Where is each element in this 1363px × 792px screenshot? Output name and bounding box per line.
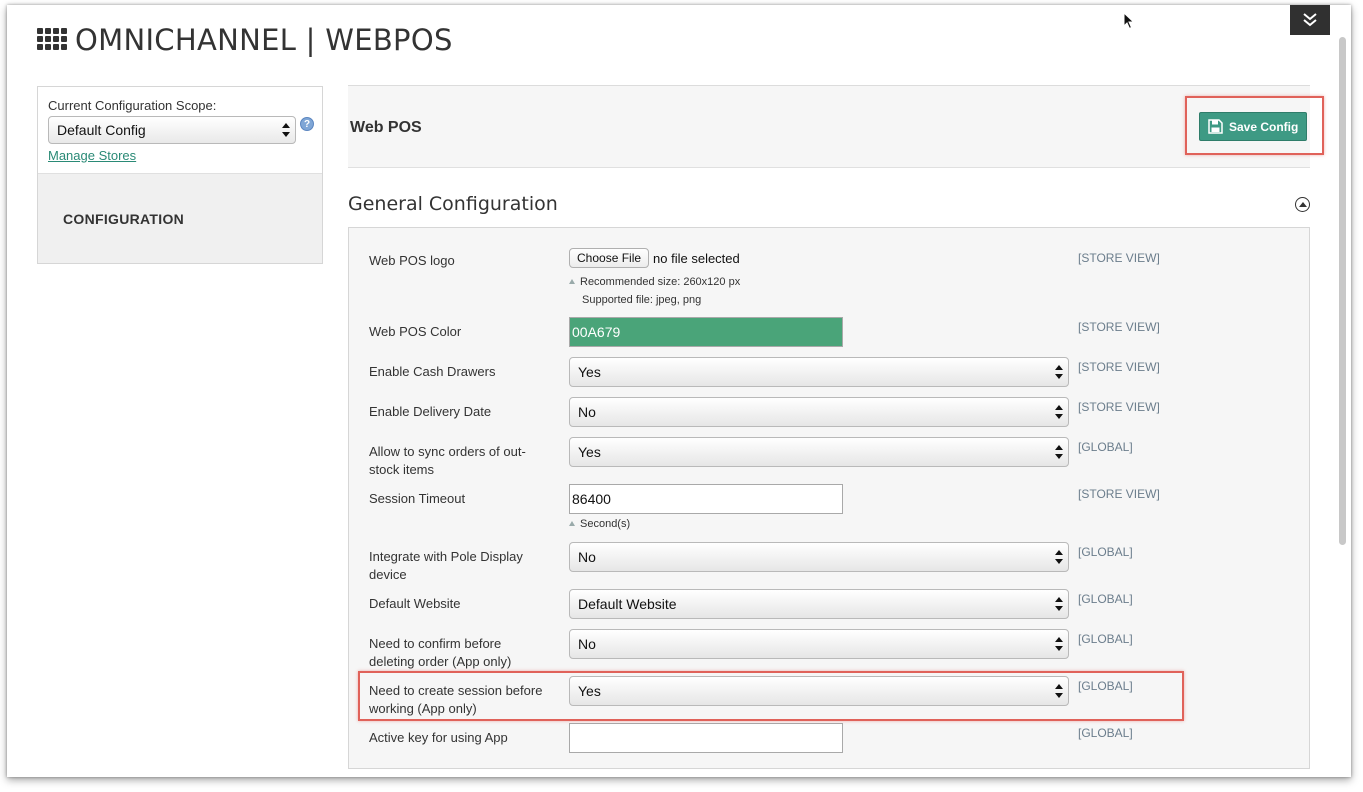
collapse-button[interactable] xyxy=(1290,5,1330,35)
cash-drawers-field: Yes xyxy=(569,357,1069,387)
scope-tag: [STORE VIEW] xyxy=(1078,400,1160,414)
field-label: Active key for using App xyxy=(369,730,508,745)
delivery-date-select[interactable]: No xyxy=(569,397,1069,427)
sidebar-item-configuration[interactable]: CONFIGURATION xyxy=(38,174,322,227)
select-arrows-icon xyxy=(1055,597,1063,611)
scope-switcher: Current Configuration Scope: Default Con… xyxy=(38,87,322,174)
session-timeout-note: Second(s) xyxy=(569,515,843,533)
scope-label: Current Configuration Scope: xyxy=(48,98,217,113)
double-chevron-down-icon xyxy=(1303,13,1317,27)
file-status: no file selected xyxy=(653,250,740,266)
color-field: 00A679 xyxy=(569,317,843,347)
select-value: No xyxy=(578,636,596,652)
select-value: No xyxy=(578,404,596,420)
select-arrows-icon xyxy=(1055,365,1063,379)
select-arrows-icon xyxy=(1055,445,1063,459)
logo-note-types: Supported file: jpeg, png xyxy=(582,294,702,306)
logo-note: Recommended size: 260x120 px xyxy=(569,273,740,291)
choose-file-button[interactable]: Choose File xyxy=(569,248,650,268)
highlight-box-save xyxy=(1185,96,1324,155)
pole-display-select[interactable]: No xyxy=(569,542,1069,572)
logo-note-size: Recommended size: 260x120 px xyxy=(580,276,741,288)
scope-tag: [STORE VIEW] xyxy=(1078,360,1160,374)
highlight-box-create-session xyxy=(358,671,1184,721)
session-timeout-input[interactable]: 86400 xyxy=(569,484,843,514)
delivery-date-field: No xyxy=(569,397,1069,427)
field-label: Web POS logo xyxy=(369,253,455,268)
field-label: Need to confirm before deleting order (A… xyxy=(369,636,512,669)
session-timeout-unit: Second(s) xyxy=(580,518,631,530)
confirm-delete-field: No xyxy=(569,629,1069,659)
select-value: Yes xyxy=(578,444,601,460)
select-value: Default Website xyxy=(578,596,677,612)
sync-orders-field: Yes xyxy=(569,437,1069,467)
scope-tag: [GLOBAL] xyxy=(1078,726,1133,740)
section-title[interactable]: General Configuration xyxy=(348,193,558,215)
field-label: Enable Delivery Date xyxy=(369,404,492,419)
sidebar: Current Configuration Scope: Default Con… xyxy=(37,86,323,264)
app-title: OMNICHANNEL | WEBPOS xyxy=(75,23,453,57)
scope-tag: [STORE VIEW] xyxy=(1078,487,1160,501)
select-arrows-icon xyxy=(282,123,290,137)
manage-stores-link[interactable]: Manage Stores xyxy=(48,148,136,163)
field-label: Session Timeout xyxy=(369,491,466,506)
session-timeout-field: 86400 Second(s) xyxy=(569,484,843,533)
select-arrows-icon xyxy=(1055,637,1063,651)
mouse-cursor-icon xyxy=(1123,12,1135,30)
color-input[interactable]: 00A679 xyxy=(569,317,843,347)
app-header: OMNICHANNEL | WEBPOS xyxy=(37,23,453,57)
field-label: Allow to sync orders of out-stock items xyxy=(369,444,526,477)
scrollbar[interactable] xyxy=(1339,37,1346,545)
active-key-input[interactable] xyxy=(569,723,843,753)
default-website-field: Default Website xyxy=(569,589,1069,619)
help-icon[interactable]: ? xyxy=(300,117,314,131)
select-arrows-icon xyxy=(1055,405,1063,419)
grid-icon[interactable] xyxy=(37,28,67,52)
page-header: Web POS Save Config xyxy=(348,86,1310,168)
field-label: Integrate with Pole Display device xyxy=(369,549,523,582)
select-value: No xyxy=(578,549,596,565)
scope-tag: [STORE VIEW] xyxy=(1078,320,1160,334)
logo-field: Choose File no file selected Recommended… xyxy=(569,248,740,309)
scope-tag: [STORE VIEW] xyxy=(1078,251,1160,265)
scope-tag: [GLOBAL] xyxy=(1078,440,1133,454)
scope-select-value: Default Config xyxy=(57,122,146,138)
app-window: OMNICHANNEL | WEBPOS Current Configurati… xyxy=(7,5,1351,777)
active-key-field xyxy=(569,723,843,753)
page-title: Web POS xyxy=(350,119,422,136)
field-label: Default Website xyxy=(369,596,461,611)
pole-display-field: No xyxy=(569,542,1069,572)
select-arrows-icon xyxy=(1055,550,1063,564)
field-label: Web POS Color xyxy=(369,324,462,339)
scope-tag: [GLOBAL] xyxy=(1078,545,1133,559)
field-label: Enable Cash Drawers xyxy=(369,364,496,379)
default-website-select[interactable]: Default Website xyxy=(569,589,1069,619)
scope-tag: [GLOBAL] xyxy=(1078,592,1133,606)
sync-orders-select[interactable]: Yes xyxy=(569,437,1069,467)
chevron-up-circle-icon[interactable] xyxy=(1295,197,1310,212)
scope-tag: [GLOBAL] xyxy=(1078,632,1133,646)
scope-select[interactable]: Default Config xyxy=(48,116,296,144)
select-value: Yes xyxy=(578,364,601,380)
confirm-delete-select[interactable]: No xyxy=(569,629,1069,659)
cash-drawers-select[interactable]: Yes xyxy=(569,357,1069,387)
